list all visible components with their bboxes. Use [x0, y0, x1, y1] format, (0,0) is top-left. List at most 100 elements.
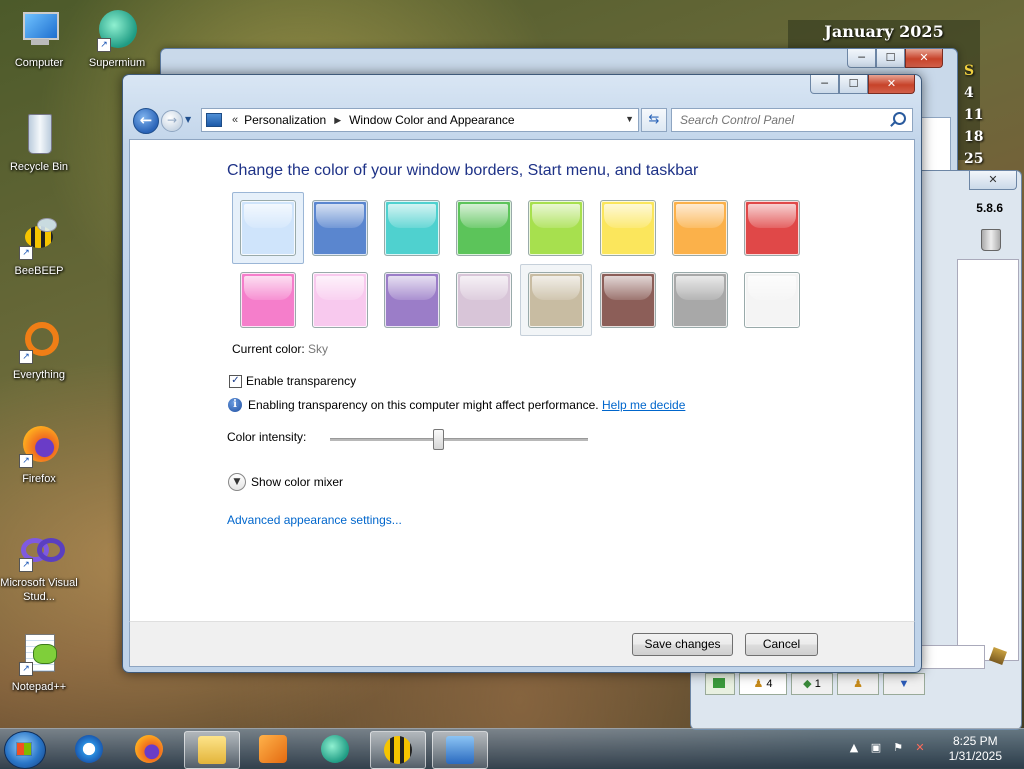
shortcut-arrow-icon: ↗ [19, 246, 33, 260]
taskbar-firefox[interactable] [122, 731, 176, 767]
desktop-icon-computer[interactable]: Computer [0, 8, 78, 70]
taskbar-control-panel[interactable] [432, 731, 488, 769]
trash-icon[interactable] [981, 229, 1001, 251]
taskbar-explorer[interactable] [184, 731, 240, 769]
color-swatch[interactable] [240, 272, 296, 328]
desktop-icon-recycle-bin[interactable]: Recycle Bin [0, 112, 78, 174]
search-icon[interactable] [893, 112, 906, 125]
taskbar-supermium[interactable] [308, 731, 362, 767]
clock[interactable]: 8:25 PM 1/31/2025 [949, 734, 1002, 764]
enable-transparency-checkbox[interactable]: ✓ [229, 375, 242, 388]
maximize-button[interactable]: ☐ [839, 75, 868, 94]
desktop-icon-visual-studio[interactable]: ↗ Microsoft Visual Stud... [0, 528, 78, 604]
color-swatch[interactable] [384, 200, 440, 256]
color-swatch[interactable] [600, 200, 656, 256]
shortcut-arrow-icon: ↗ [19, 350, 33, 364]
breadcrumb-arrow-icon[interactable]: ▶ [334, 115, 341, 126]
save-changes-button[interactable]: Save changes [632, 633, 733, 656]
groups-count: 1 [814, 678, 821, 690]
info-icon: i [228, 398, 242, 412]
recent-pages-button[interactable]: ▼ [185, 115, 191, 124]
current-color-label: Current color: [232, 342, 305, 356]
desktop-icon-beebeep[interactable]: ↗ BeeBEEP [0, 216, 78, 278]
users-tab[interactable]: ♟ 4 [739, 673, 787, 695]
address-dropdown-icon[interactable]: ▼ [625, 114, 634, 124]
checkmark-icon: ✓ [231, 375, 240, 386]
shortcut-arrow-icon: ↗ [97, 38, 111, 52]
supermium-icon: ↗ [95, 8, 139, 52]
message-icon: ▼ [898, 678, 910, 690]
color-swatch[interactable] [744, 200, 800, 256]
minimize-button[interactable]: ─ [810, 75, 839, 94]
volume-muted-icon[interactable]: ✕ [914, 742, 926, 754]
close-button[interactable]: ✕ [868, 75, 915, 94]
back-button[interactable]: ← [133, 108, 159, 134]
caption-buttons: ─ ☐ ✕ [810, 75, 915, 94]
color-swatch[interactable] [744, 272, 800, 328]
desktop-icon-everything[interactable]: ↗ Everything [0, 320, 78, 382]
color-swatch[interactable] [672, 272, 728, 328]
color-intensity-slider-thumb[interactable] [433, 429, 445, 450]
calendar-day: S [964, 63, 975, 79]
search-box[interactable] [671, 108, 913, 132]
version-label: 5.8.6 [976, 201, 1003, 215]
minimize-button[interactable]: ─ [847, 49, 876, 68]
color-swatch[interactable] [456, 272, 512, 328]
members-tab[interactable]: ♟ [837, 673, 879, 695]
taskbar-internet-explorer[interactable] [62, 731, 116, 767]
color-swatch[interactable] [600, 272, 656, 328]
computer-icon [17, 8, 61, 52]
color-swatch[interactable] [672, 200, 728, 256]
start-button[interactable] [4, 731, 46, 769]
color-swatch[interactable] [384, 272, 440, 328]
refresh-button[interactable]: ⇆ [641, 108, 667, 132]
notepadpp-icon: ↗ [17, 632, 61, 676]
breadcrumb-window-color[interactable]: Window Color and Appearance [349, 113, 514, 127]
color-swatch[interactable] [528, 200, 584, 256]
side-app-input[interactable] [919, 645, 985, 669]
desktop-icon-supermium[interactable]: ↗ Supermium [78, 8, 156, 70]
window-color-and-appearance-window[interactable]: ─ ☐ ✕ ← → ▼ « Personalization ▶ Window C… [122, 74, 922, 673]
enable-transparency-label[interactable]: Enable transparency [246, 374, 356, 388]
breadcrumb-overflow[interactable]: « [232, 114, 238, 126]
taskbar-media-player[interactable] [246, 731, 300, 767]
color-swatch[interactable] [240, 200, 296, 256]
breadcrumb-personalization[interactable]: Personalization [244, 113, 326, 127]
action-center-flag-icon[interactable]: ⚑ [892, 742, 904, 754]
color-swatch[interactable] [312, 200, 368, 256]
content-area: Change the color of your window borders,… [129, 139, 915, 623]
transparency-info: Enabling transparency on this computer m… [248, 398, 685, 412]
search-input[interactable] [678, 109, 882, 131]
advanced-appearance-link[interactable]: Advanced appearance settings... [227, 513, 402, 527]
cancel-button[interactable]: Cancel [745, 633, 818, 656]
forward-button[interactable]: → [161, 110, 183, 132]
desktop-icon-firefox[interactable]: ↗ Firefox [0, 424, 78, 486]
background-window-caption-buttons: ─ ☐ ✕ [847, 49, 943, 68]
address-bar[interactable]: « Personalization ▶ Window Color and App… [201, 108, 639, 132]
groups-tab[interactable]: ◆ 1 [791, 673, 833, 695]
maximize-button[interactable]: ☐ [876, 49, 905, 68]
dialog-footer: Save changes Cancel [129, 621, 915, 667]
close-button[interactable]: ✕ [905, 49, 943, 68]
network-icon[interactable]: ▣ [870, 742, 882, 754]
calendar-day: 25 [964, 151, 984, 167]
messages-tab[interactable]: ▼ [883, 673, 925, 695]
back-arrow-icon: ← [139, 111, 153, 129]
side-app-panel [957, 259, 1019, 661]
show-color-mixer-label[interactable]: Show color mixer [251, 475, 343, 489]
color-swatch[interactable] [312, 272, 368, 328]
show-hidden-icons-icon[interactable]: ▲ [848, 742, 860, 754]
recycle-bin-icon [17, 112, 61, 156]
show-color-mixer-expander[interactable]: ▼ [228, 473, 246, 491]
forward-arrow-icon: → [166, 113, 178, 127]
help-me-decide-link[interactable]: Help me decide [602, 398, 685, 412]
color-intensity-slider[interactable] [330, 438, 588, 441]
color-swatch[interactable] [456, 200, 512, 256]
desktop-icon-notepadpp[interactable]: ↗ Notepad++ [0, 632, 78, 694]
close-button[interactable]: ✕ [969, 171, 1017, 190]
chat-tab[interactable] [705, 673, 735, 695]
taskbar-beebeep[interactable] [370, 731, 426, 769]
color-swatch[interactable] [528, 272, 584, 328]
current-color-row: Current color: Sky [232, 342, 328, 356]
folder-icon [198, 736, 226, 764]
